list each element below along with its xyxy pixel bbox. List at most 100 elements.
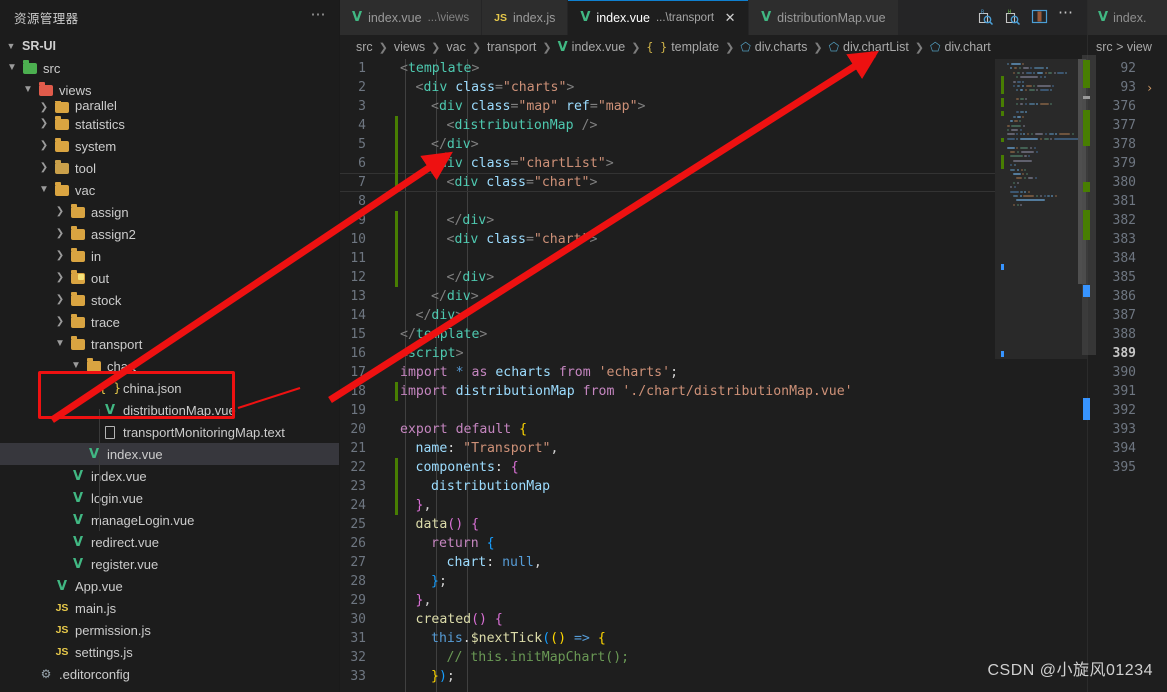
editor-tab-index-js[interactable]: JS index.js (482, 0, 569, 35)
ellipsis-icon[interactable]: ⋯ (311, 7, 328, 25)
tree-item-out[interactable]: ❯ out (0, 267, 339, 289)
code-line[interactable]: 32 // this.initMapChart(); (340, 648, 995, 667)
code-line[interactable]: 8 (340, 192, 995, 211)
code-line[interactable]: 31 this.$nextTick(() => { (340, 629, 995, 648)
tree-item-login-vue[interactable]: Vlogin.vue (0, 487, 339, 509)
split-editor-icon[interactable] (1031, 9, 1048, 26)
chevron-right-icon[interactable]: ❯ (52, 229, 68, 239)
code-line[interactable]: 11 (340, 249, 995, 268)
right-overview-ruler[interactable] (1082, 55, 1096, 355)
editor-tab-index-vue[interactable]: Vindex.vue ...\views (340, 0, 483, 35)
code-line[interactable]: 25 data() { (340, 515, 995, 534)
code-line[interactable]: 27 chart: null, (340, 553, 995, 572)
tree-item-settings-js[interactable]: JS settings.js (0, 641, 339, 663)
chevron-down-icon[interactable]: ▼ (20, 85, 36, 95)
tree-item-assign2[interactable]: ❯ assign2 (0, 223, 339, 245)
code-line[interactable]: 28}; (340, 572, 995, 591)
right-tab[interactable]: V index. (1088, 0, 1167, 35)
breadcrumb-item-transport[interactable]: transport (487, 40, 536, 54)
workspace-root[interactable]: ▼ SR-UI (0, 35, 339, 57)
chevron-down-icon[interactable]: ▼ (36, 185, 52, 195)
chevron-right-icon[interactable]: ❯ (36, 163, 52, 173)
tree-item-in[interactable]: ❯ in (0, 245, 339, 267)
tree-item-statistics[interactable]: ❯ statistics (0, 113, 339, 135)
code-line[interactable]: 24}, (340, 496, 995, 515)
breadcrumb-item-div-charts[interactable]: ⬠ div.charts (740, 40, 807, 54)
tree-item--editorconfig[interactable]: ⚙ .editorconfig (0, 663, 339, 685)
code-line[interactable]: 6 <div class="chartList"> (340, 154, 995, 173)
tree-item-parallel[interactable]: ❯ parallel (0, 101, 339, 113)
chevron-right-icon[interactable]: ❯ (52, 207, 68, 217)
breadcrumb-item-template[interactable]: { } template (646, 40, 719, 54)
tree-item-assign[interactable]: ❯ assign (0, 201, 339, 223)
editor-tab-index-vue[interactable]: Vindex.vue ...\transport ✕ (568, 0, 750, 35)
tree-item-main-js[interactable]: JS main.js (0, 597, 339, 619)
chevron-right-icon[interactable]: ❯ (36, 141, 52, 151)
code-line[interactable]: 26 return { (340, 534, 995, 553)
tree-item-managelogin-vue[interactable]: VmanageLogin.vue (0, 509, 339, 531)
chevron-right-icon[interactable]: ❯ (52, 295, 68, 305)
code-line[interactable]: 20 export default { (340, 420, 995, 439)
code-line[interactable]: 13 </div> (340, 287, 995, 306)
code-line[interactable]: 33}); (340, 667, 995, 686)
chevron-right-icon[interactable]: ❯ (52, 251, 68, 261)
editor-tab-distributionmap-vue[interactable]: VdistributionMap.vue (749, 0, 899, 35)
tree-item-app-vue[interactable]: V App.vue (0, 575, 339, 597)
code-line[interactable]: 15 </template> (340, 325, 995, 344)
tree-item-china-json[interactable]: { } china.json (0, 377, 339, 399)
code-line[interactable]: 1 <template> (340, 59, 995, 78)
code-line[interactable]: 23 distributionMap (340, 477, 995, 496)
breadcrumb-item-div-chart[interactable]: ⬠ div.chart (930, 40, 991, 54)
code-line[interactable]: 21 name: "Transport", (340, 439, 995, 458)
split-search-h-icon[interactable]: H (1004, 9, 1021, 26)
chevron-right-icon[interactable]: ❯ (36, 119, 52, 129)
code-editor[interactable]: 1 <template> 2 <div class="charts"> 3 <div cl… (340, 59, 995, 692)
chevron-down-icon[interactable]: ▼ (52, 339, 68, 349)
breadcrumb-item-views[interactable]: views (394, 40, 425, 54)
code-line[interactable]: 10 <div class="chart"> (340, 230, 995, 249)
tree-item-trace[interactable]: ❯ trace (0, 311, 339, 333)
code-line[interactable]: 5 </div> (340, 135, 995, 154)
split-search-b-icon[interactable]: B (977, 9, 994, 26)
code-line[interactable]: 30 created() { (340, 610, 995, 629)
tree-item-register-vue[interactable]: Vregister.vue (0, 553, 339, 575)
tree-item-index-vue[interactable]: Vindex.vue (0, 443, 339, 465)
minimap[interactable] (995, 59, 1087, 692)
tree-item-src[interactable]: ▼ src (0, 57, 339, 79)
code-line[interactable]: 7 <div class="chart"> (340, 173, 995, 192)
code-line[interactable]: 19 (340, 401, 995, 420)
code-line[interactable]: 22 components: { (340, 458, 995, 477)
tree-item-views[interactable]: ▼ views (0, 79, 339, 101)
tree-item-vac[interactable]: ▼ vac (0, 179, 339, 201)
chevron-right-icon[interactable]: ❯ (36, 103, 52, 113)
chevron-down-icon[interactable]: ▼ (4, 63, 20, 73)
chevron-right-icon[interactable]: › (1136, 81, 1153, 95)
tree-item-transport[interactable]: ▼ transport (0, 333, 339, 355)
code-line[interactable]: 3 <div class="map" ref="map"> (340, 97, 995, 116)
editor-tab-bar[interactable]: Vindex.vue ...\views JS index.js Vindex.vue.… (340, 0, 1087, 35)
tree-item-tool[interactable]: ❯ tool (0, 157, 339, 179)
code-line[interactable]: 16 <script> (340, 344, 995, 363)
code-line[interactable]: 17 import * as echarts from 'echarts'; (340, 363, 995, 382)
code-line[interactable]: 18 import distributionMap from './chart/d… (340, 382, 995, 401)
code-line[interactable]: 14 </div> (340, 306, 995, 325)
code-line[interactable]: 12 </div> (340, 268, 995, 287)
file-tree[interactable]: ▼ src ▼ views ❯ parallel ❯ statistics ❯ system ❯ to… (0, 57, 339, 692)
tree-item-redirect-vue[interactable]: Vredirect.vue (0, 531, 339, 553)
chevron-down-icon[interactable]: ▼ (68, 361, 84, 371)
code-line[interactable]: 29}, (340, 591, 995, 610)
code-line[interactable]: 4 <distributionMap /> (340, 116, 995, 135)
code-line[interactable]: 9 </div> (340, 211, 995, 230)
close-icon[interactable]: ✕ (724, 10, 736, 26)
tree-item-index-vue[interactable]: Vindex.vue (0, 465, 339, 487)
tree-item-permission-js[interactable]: JS permission.js (0, 619, 339, 641)
tree-item-distributionmap-vue[interactable]: VdistributionMap.vue (0, 399, 339, 421)
breadcrumb[interactable]: src ❯ views ❯ vac ❯ transport ❯ Vindex.vue ❯ { } te… (340, 35, 1087, 59)
code-line[interactable]: 2 <div class="charts"> (340, 78, 995, 97)
tree-item-transportmonitoringmap-text[interactable]: transportMonitoringMap.text (0, 421, 339, 443)
breadcrumb-item-src[interactable]: src (356, 40, 373, 54)
more-actions-icon[interactable]: ⋯ (1058, 5, 1075, 26)
tree-item-chart[interactable]: ▼ chart (0, 355, 339, 377)
chevron-right-icon[interactable]: ❯ (52, 317, 68, 327)
tree-item-stock[interactable]: ❯ stock (0, 289, 339, 311)
